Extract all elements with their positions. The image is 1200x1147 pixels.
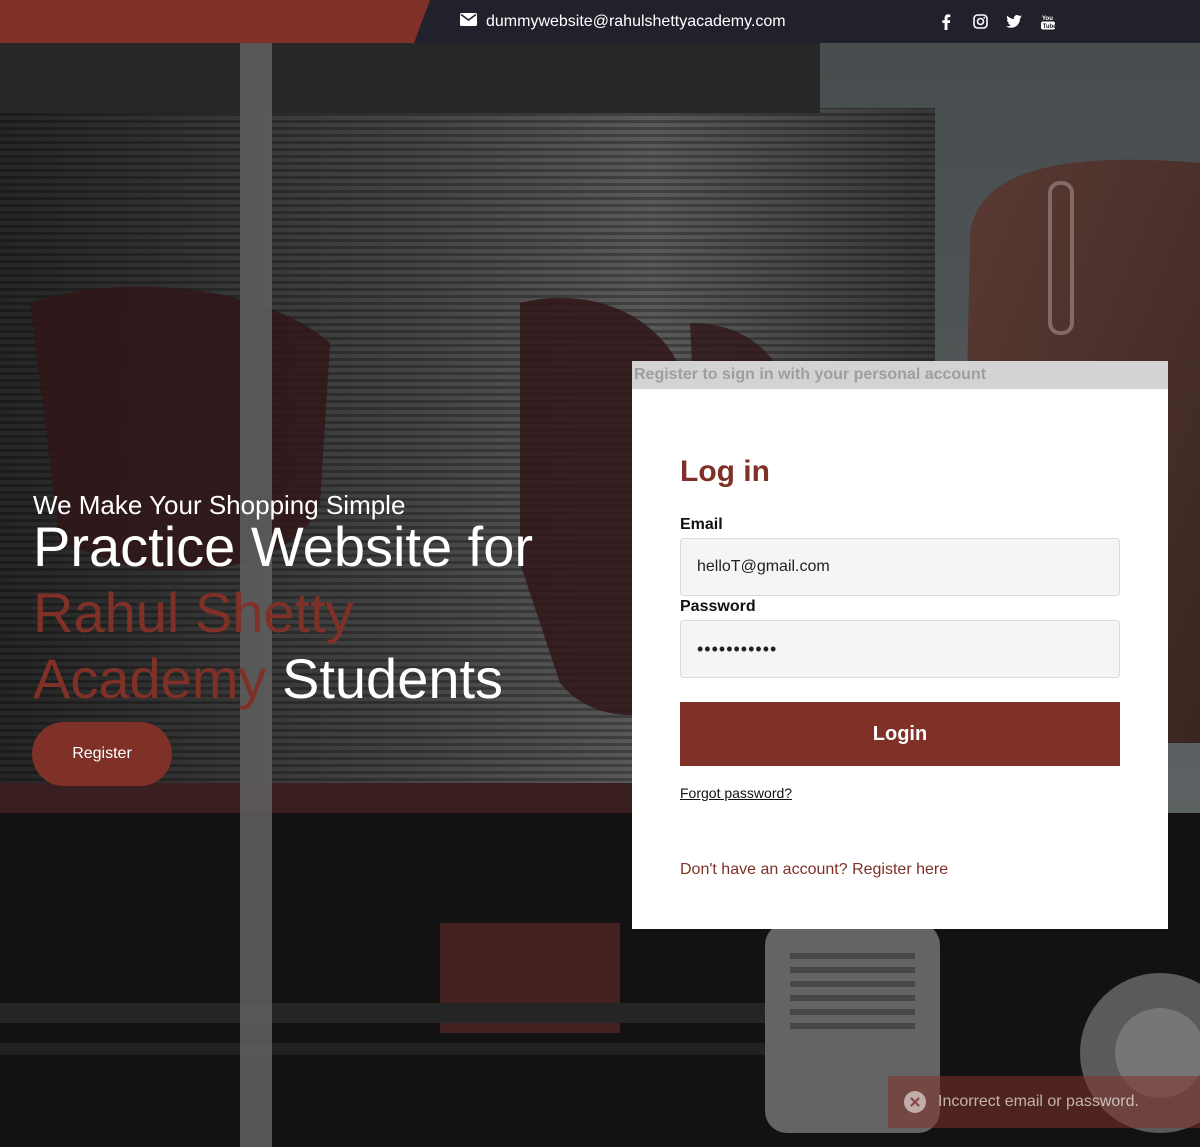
login-title: Log in — [680, 455, 770, 488]
headline-part2: Students — [282, 647, 504, 710]
email-field[interactable] — [680, 538, 1120, 596]
error-toast: Incorrect email or password. — [888, 1076, 1200, 1128]
envelope-icon — [460, 12, 477, 31]
top-bar: dummywebsite@rahulshettyacademy.com You T… — [0, 0, 1200, 43]
youtube-icon[interactable]: You Tube — [1038, 12, 1058, 32]
twitter-icon[interactable] — [1004, 12, 1024, 32]
register-here-link[interactable]: Don't have an account? Register here — [680, 861, 948, 879]
login-card-banner: Register to sign in with your personal a… — [632, 361, 1168, 389]
facebook-icon[interactable] — [936, 12, 956, 32]
forgot-password-link[interactable]: Forgot password? — [680, 785, 792, 801]
hero-headline: Practice Website for Rahul Shetty Academ… — [33, 514, 573, 712]
login-card-banner-text: Register to sign in with your personal a… — [634, 366, 987, 383]
top-bar-accent — [0, 0, 430, 43]
close-circle-icon[interactable] — [904, 1091, 926, 1113]
hero-register-button[interactable]: Register — [32, 722, 172, 786]
email-label: Email — [680, 516, 723, 533]
svg-text:You: You — [1042, 16, 1053, 22]
headline-part1: Practice Website for — [33, 515, 534, 578]
login-button[interactable]: Login — [680, 702, 1120, 766]
password-label: Password — [680, 598, 756, 615]
contact-email: dummywebsite@rahulshettyacademy.com — [460, 0, 786, 43]
error-toast-message: Incorrect email or password. — [938, 1093, 1139, 1110]
login-card: Log in Email Password Login Forgot passw… — [632, 389, 1168, 929]
password-field[interactable] — [680, 620, 1120, 678]
contact-email-text: dummywebsite@rahulshettyacademy.com — [486, 12, 786, 30]
instagram-icon[interactable] — [970, 12, 990, 32]
svg-text:Tube: Tube — [1043, 24, 1055, 30]
social-links: You Tube — [936, 0, 1058, 43]
